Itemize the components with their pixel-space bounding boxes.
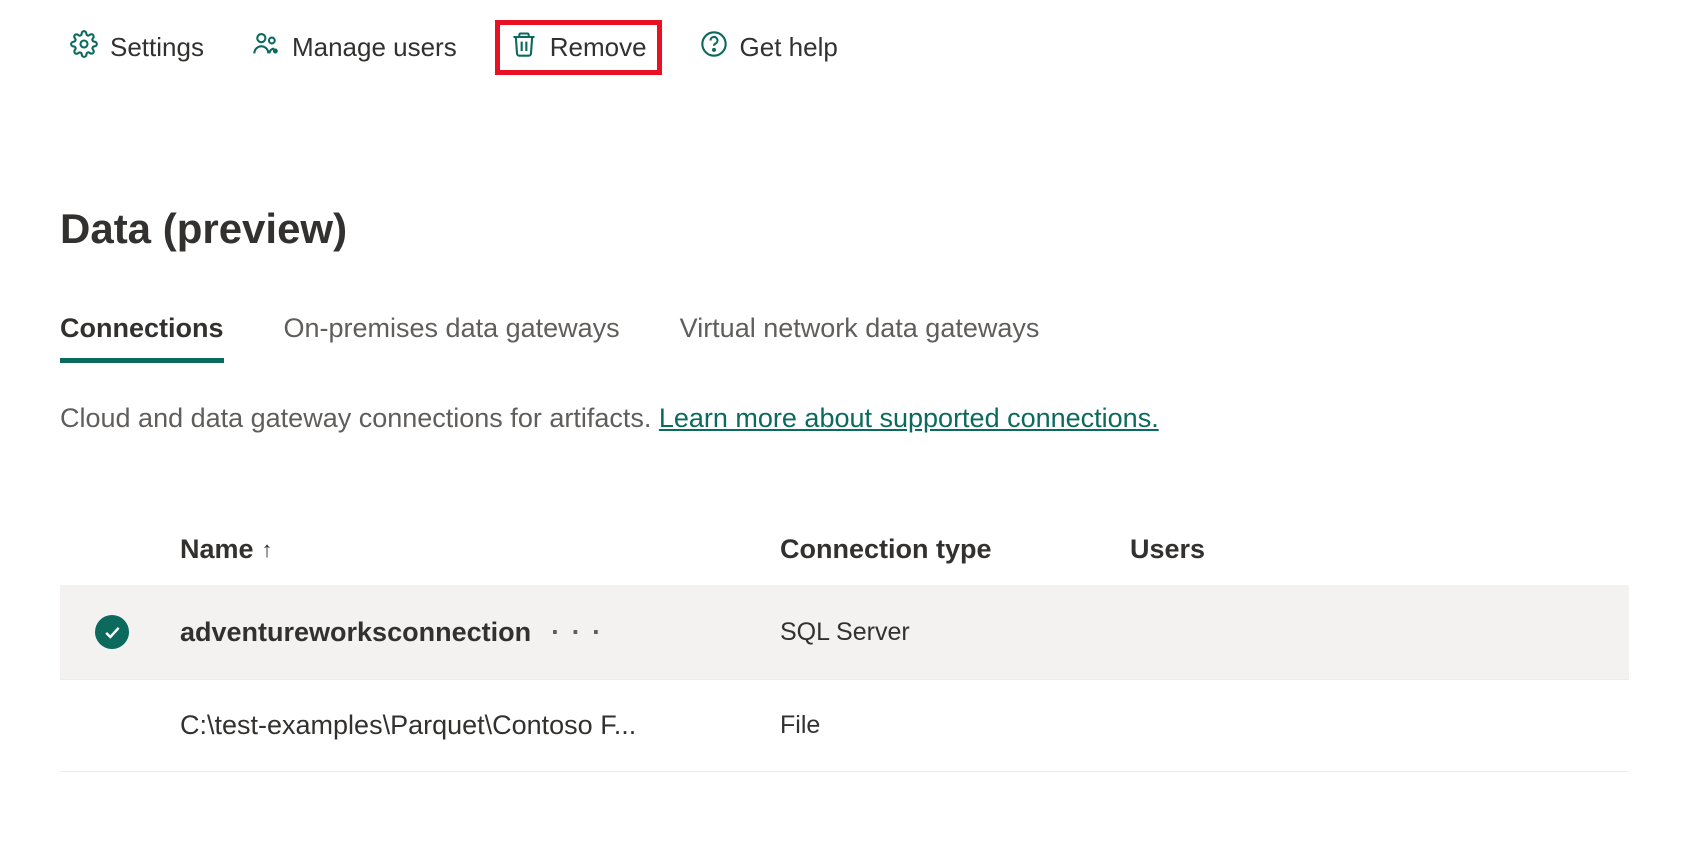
table-header-row: Name ↑ Connection type Users <box>60 514 1629 585</box>
sort-ascending-icon: ↑ <box>262 537 273 563</box>
row-name-cell: adventureworksconnection · · · <box>180 617 780 648</box>
remove-button[interactable]: Remove <box>495 20 662 75</box>
connection-name[interactable]: C:\test-examples\Parquet\Contoso F... <box>180 710 636 741</box>
get-help-label: Get help <box>740 32 838 63</box>
table-row[interactable]: C:\test-examples\Parquet\Contoso F... Fi… <box>60 680 1629 772</box>
manage-users-button[interactable]: Manage users <box>242 22 467 73</box>
manage-users-label: Manage users <box>292 32 457 63</box>
tabs: Connections On-premises data gateways Vi… <box>60 313 1629 363</box>
tab-onprem-gateways[interactable]: On-premises data gateways <box>284 313 620 363</box>
row-name-cell: C:\test-examples\Parquet\Contoso F... <box>180 710 780 741</box>
description-text: Cloud and data gateway connections for a… <box>60 403 659 433</box>
page-title: Data (preview) <box>60 205 1629 253</box>
trash-icon <box>510 30 538 65</box>
tab-connections[interactable]: Connections <box>60 313 224 363</box>
toolbar: Settings Manage users Remove <box>0 0 1689 95</box>
tab-vnet-gateways[interactable]: Virtual network data gateways <box>680 313 1040 363</box>
people-icon <box>252 30 280 65</box>
table-row[interactable]: adventureworksconnection · · · SQL Serve… <box>60 585 1629 680</box>
column-header-name[interactable]: Name ↑ <box>180 534 780 565</box>
get-help-button[interactable]: Get help <box>690 22 848 73</box>
page-description: Cloud and data gateway connections for a… <box>60 403 1629 434</box>
main-content: Data (preview) Connections On-premises d… <box>0 95 1689 802</box>
row-select-cell[interactable] <box>90 615 180 649</box>
gear-icon <box>70 30 98 65</box>
settings-label: Settings <box>110 32 204 63</box>
connection-name[interactable]: adventureworksconnection <box>180 617 531 648</box>
row-type-cell: SQL Server <box>780 618 1130 647</box>
row-type-cell: File <box>780 711 1130 740</box>
column-header-users[interactable]: Users <box>1130 534 1629 565</box>
learn-more-link[interactable]: Learn more about supported connections. <box>659 403 1159 433</box>
remove-label: Remove <box>550 32 647 63</box>
more-actions-icon[interactable]: · · · <box>551 617 603 648</box>
settings-button[interactable]: Settings <box>60 22 214 73</box>
checkmark-icon <box>95 615 129 649</box>
help-icon <box>700 30 728 65</box>
column-header-type[interactable]: Connection type <box>780 534 1130 565</box>
connections-table: Name ↑ Connection type Users adventurewo… <box>60 514 1629 772</box>
